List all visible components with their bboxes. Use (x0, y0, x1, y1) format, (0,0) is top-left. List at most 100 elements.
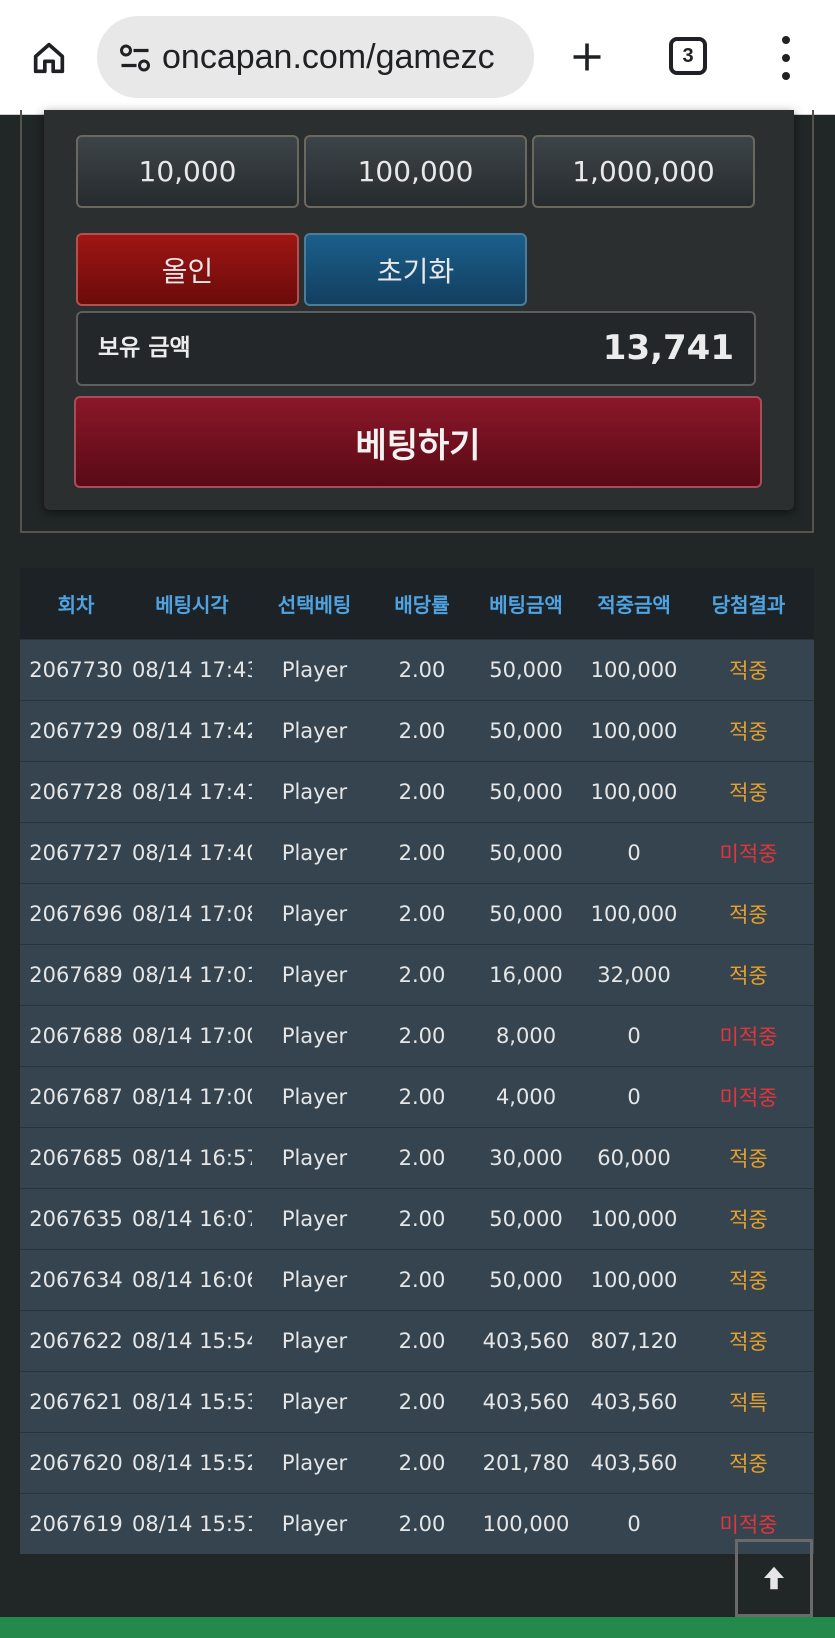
cell-round: 2067730 (20, 638, 132, 700)
cell-odds: 2.00 (377, 1004, 467, 1066)
balance-label: 보유 금액 (98, 335, 191, 361)
cell-selection: Player (252, 1126, 377, 1188)
home-icon (33, 42, 65, 74)
cell-bet-amount: 50,000 (467, 882, 585, 944)
cell-bet-time: 08/14 17:43 (132, 638, 252, 700)
cell-bet-amount: 403,560 (467, 1309, 585, 1371)
cell-result: 미적중 (683, 1004, 814, 1066)
cell-result: 적중 (683, 638, 814, 700)
cell-result: 적특 (683, 1370, 814, 1432)
table-row: 2067729 08/14 17:42 Player 2.00 50,000 100,00… (20, 699, 814, 761)
header-selection: 선택베팅 (277, 592, 352, 617)
cell-result: 적중 (683, 1248, 814, 1310)
header-result: 당첨결과 (711, 592, 786, 617)
new-tab-button[interactable] (566, 32, 608, 82)
address-bar[interactable]: oncapan.com/gamezc (97, 16, 534, 98)
table-row: 2067620 08/14 15:52 Player 2.00 201,780 403,5… (20, 1431, 814, 1493)
cell-win-amount: 100,000 (585, 1187, 683, 1249)
arrow-up-icon (764, 1566, 784, 1590)
cell-odds: 2.00 (377, 760, 467, 822)
url-text: oncapan.com/gamezc (162, 38, 495, 76)
cell-result: 적중 (683, 943, 814, 1005)
menu-dot (782, 36, 790, 44)
cell-round: 2067619 (20, 1492, 132, 1554)
cell-odds: 2.00 (377, 943, 467, 1005)
cell-round: 2067689 (20, 943, 132, 1005)
tab-switcher-button[interactable]: 3 (669, 37, 707, 75)
cell-result: 적중 (683, 699, 814, 761)
cell-bet-time: 08/14 15:54 (132, 1309, 252, 1371)
cell-selection: Player (252, 1370, 377, 1432)
menu-dot (782, 54, 790, 62)
amount-button-100000[interactable]: 100,000 (304, 135, 527, 208)
table-row: 2067730 08/14 17:43 Player 2.00 50,000 100,00… (20, 638, 814, 700)
cell-selection: Player (252, 1431, 377, 1493)
cell-round: 2067620 (20, 1431, 132, 1493)
cell-selection: Player (252, 1492, 377, 1554)
table-row: 2067619 08/14 15:51 Player 2.00 100,000 0 미적중 (20, 1492, 814, 1554)
cell-round: 2067688 (20, 1004, 132, 1066)
more-vert-icon[interactable] (772, 36, 800, 80)
cell-selection: Player (252, 943, 377, 1005)
table-row: 2067688 08/14 17:00 Player 2.00 8,000 0 미적중 (20, 1004, 814, 1066)
cell-odds: 2.00 (377, 821, 467, 883)
cell-win-amount: 100,000 (585, 699, 683, 761)
all-in-button[interactable]: 올인 (76, 233, 299, 306)
cell-odds: 2.00 (377, 699, 467, 761)
cell-bet-amount: 201,780 (467, 1431, 585, 1493)
cell-win-amount: 100,000 (585, 638, 683, 700)
bottom-bar (0, 1617, 835, 1638)
cell-selection: Player (252, 1309, 377, 1371)
site-settings-icon[interactable] (117, 40, 153, 76)
reset-button[interactable]: 초기화 (304, 233, 527, 306)
cell-result: 미적중 (683, 821, 814, 883)
header-bet-amount: 베팅금액 (489, 592, 563, 617)
cell-round: 2067729 (20, 699, 132, 761)
cell-bet-time: 08/14 17:41 (132, 760, 252, 822)
place-bet-button[interactable]: 베팅하기 (74, 396, 762, 488)
cell-win-amount: 403,560 (585, 1431, 683, 1493)
amount-button-10000[interactable]: 10,000 (76, 135, 299, 208)
cell-round: 2067621 (20, 1370, 132, 1432)
cell-round: 2067685 (20, 1126, 132, 1188)
cell-bet-time: 08/14 17:01 (132, 943, 252, 1005)
cell-round: 2067634 (20, 1248, 132, 1310)
cell-win-amount: 403,560 (585, 1370, 683, 1432)
cell-odds: 2.00 (377, 638, 467, 700)
cell-bet-time: 08/14 17:42 (132, 699, 252, 761)
cell-selection: Player (252, 1187, 377, 1249)
home-button[interactable] (24, 33, 74, 83)
amount-button-1000000[interactable]: 1,000,000 (532, 135, 755, 208)
cell-odds: 2.00 (377, 1370, 467, 1432)
cell-odds: 2.00 (377, 1492, 467, 1554)
table-row: 2067621 08/14 15:53 Player 2.00 403,560 403,5… (20, 1370, 814, 1432)
cell-result: 적중 (683, 1187, 814, 1249)
cell-odds: 2.00 (377, 1065, 467, 1127)
table-row: 2067635 08/14 16:07 Player 2.00 50,000 100,00… (20, 1187, 814, 1249)
table-row: 2067622 08/14 15:54 Player 2.00 403,560 807,1… (20, 1309, 814, 1371)
table-row: 2067696 08/14 17:08 Player 2.00 50,000 100,00… (20, 882, 814, 944)
cell-win-amount: 100,000 (585, 882, 683, 944)
cell-round: 2067622 (20, 1309, 132, 1371)
cell-bet-amount: 100,000 (467, 1492, 585, 1554)
cell-bet-time: 08/14 16:57 (132, 1126, 252, 1188)
cell-selection: Player (252, 821, 377, 883)
cell-win-amount: 807,120 (585, 1309, 683, 1371)
menu-dot (782, 72, 790, 80)
cell-selection: Player (252, 1248, 377, 1310)
cell-bet-time: 08/14 16:06 (132, 1248, 252, 1310)
cell-selection: Player (252, 638, 377, 700)
table-row: 2067685 08/14 16:57 Player 2.00 30,000 60,000… (20, 1126, 814, 1188)
cell-odds: 2.00 (377, 1126, 467, 1188)
header-odds: 배당률 (394, 592, 450, 617)
cell-round: 2067727 (20, 821, 132, 883)
cell-result: 적중 (683, 1431, 814, 1493)
cell-bet-amount: 8,000 (467, 1004, 585, 1066)
scroll-top-button[interactable] (735, 1539, 813, 1617)
cell-bet-amount: 30,000 (467, 1126, 585, 1188)
table-row: 2067689 08/14 17:01 Player 2.00 16,000 32,000… (20, 943, 814, 1005)
cell-result: 적중 (683, 1309, 814, 1371)
cell-selection: Player (252, 760, 377, 822)
cell-bet-amount: 50,000 (467, 1187, 585, 1249)
cell-result: 적중 (683, 1126, 814, 1188)
